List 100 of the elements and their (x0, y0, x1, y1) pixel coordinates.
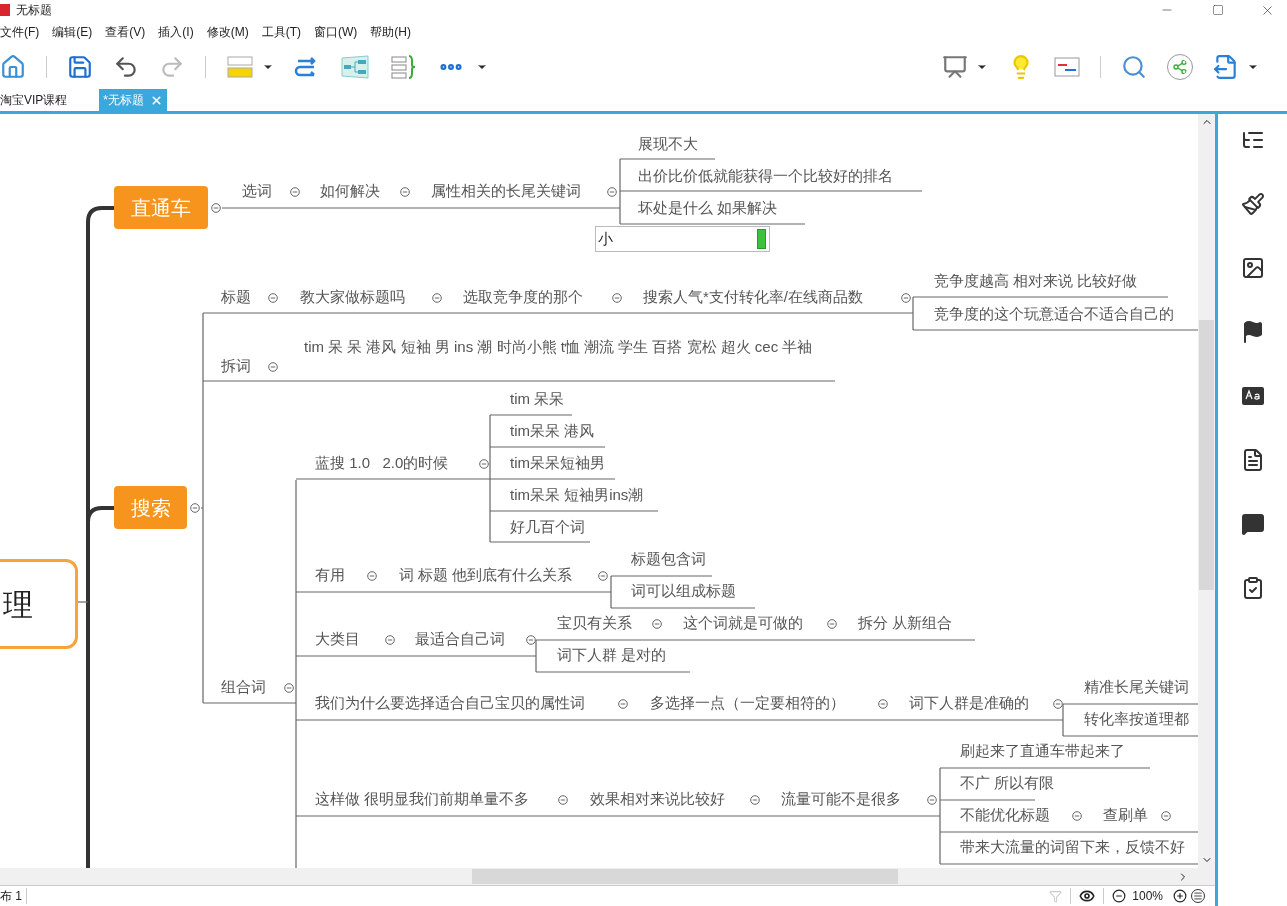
menu-item[interactable]: 查看(V) (105, 23, 146, 41)
topic-text[interactable]: 精准长尾关键词 (1084, 677, 1189, 697)
collapse-icon[interactable] (598, 571, 608, 581)
topic-text[interactable]: 竞争度的这个玩意适合不适合自己的 (934, 304, 1174, 324)
topic-text[interactable]: 竞争度越高 相对来说 比较好做 (934, 271, 1138, 291)
topic-text[interactable]: 标题 (221, 287, 251, 307)
topic-text[interactable]: 蓝搜 1.0 2.0的时候 (315, 453, 449, 473)
collapse-icon[interactable] (618, 699, 628, 709)
collapse-icon[interactable] (385, 635, 395, 645)
sheet-tab[interactable]: 布 1 (0, 887, 26, 905)
topic-edit-field[interactable]: 小 (595, 226, 770, 252)
collapse-icon[interactable] (284, 683, 294, 693)
maximize-icon[interactable] (1212, 4, 1224, 16)
menu-item[interactable]: 文件(F) (0, 23, 40, 41)
topic-text[interactable]: 词下人群 是对的 (557, 645, 667, 665)
topic-text[interactable]: 词 标题 他到底有什么关系 (399, 565, 573, 585)
topic-text[interactable]: 如何解决 (320, 181, 380, 201)
topic-text[interactable]: 查刷单 (1103, 805, 1148, 825)
comment-icon[interactable] (1240, 512, 1265, 536)
export-icon[interactable] (1213, 54, 1239, 80)
collapse-icon[interactable] (526, 635, 536, 645)
collapse-icon[interactable] (750, 795, 760, 805)
menu-item[interactable]: 修改(M) (206, 23, 249, 41)
eye-icon[interactable] (1079, 888, 1096, 904)
topic-text[interactable]: 大类目 (315, 629, 360, 649)
topic-text[interactable]: 这个词就是可做的 (683, 613, 803, 633)
topic-text[interactable]: 转化率按道理都 (1084, 709, 1189, 729)
summary-icon[interactable] (390, 54, 418, 80)
topic-text[interactable]: 宝贝有关系 (557, 613, 632, 633)
topic-text[interactable]: 我们为什么要选择适合自己宝贝的属性词 (315, 693, 585, 713)
undo-icon[interactable] (113, 54, 139, 80)
topic-text[interactable]: tim呆呆 港风 (510, 421, 595, 441)
collapse-icon[interactable] (1161, 811, 1171, 821)
topic-text[interactable]: 拆词 (221, 356, 251, 376)
resize-handle-icon[interactable] (757, 229, 766, 249)
collapse-icon[interactable] (558, 795, 568, 805)
topic-text[interactable]: 最适合自己词 (415, 629, 505, 649)
collapse-icon[interactable] (190, 503, 200, 513)
collapse-icon[interactable] (268, 293, 278, 303)
topic-text[interactable]: tim 呆 呆 港风 短袖 男 ins 潮 时尚小熊 t恤 潮流 学生 百搭 宽松 超火 cec 半袖 (304, 337, 839, 357)
home-icon[interactable] (0, 54, 26, 80)
save-icon[interactable] (67, 54, 93, 80)
menu-item[interactable]: 编辑(E) (52, 23, 93, 41)
collapse-icon[interactable] (1072, 811, 1082, 821)
topic-text[interactable]: tim 呆呆 (510, 389, 565, 409)
collapse-icon[interactable] (268, 362, 278, 372)
topic-text[interactable]: 不能优化标题 (960, 805, 1050, 825)
zoom-in-icon[interactable] (1173, 889, 1187, 903)
zoom-out-icon[interactable] (1112, 889, 1127, 903)
close-tab-icon[interactable] (150, 93, 163, 107)
topic-text[interactable]: 不广 所以有限 (960, 773, 1055, 793)
topic-text[interactable]: tim呆呆 短袖男ins潮 (510, 485, 644, 505)
menu-item[interactable]: 插入(I) (158, 23, 194, 41)
topic-text[interactable]: 坏处是什么 如果解决 (638, 198, 778, 218)
paintbrush-icon[interactable] (1240, 192, 1265, 216)
collapse-icon[interactable] (612, 293, 622, 303)
topic-text[interactable]: 多选择一点（一定要相符的） (650, 693, 845, 713)
topic-text[interactable]: 效果相对来说比较好 (590, 789, 725, 809)
menu-item[interactable]: 工具(T) (261, 23, 301, 41)
topic-text[interactable]: 标题包含词 (631, 549, 706, 569)
collapse-icon[interactable] (290, 187, 300, 197)
topic-text[interactable]: 刷起来了直通车带起来了 (960, 741, 1125, 761)
topic-text[interactable]: 选取竞争度的那个 (463, 287, 583, 307)
topic-text[interactable]: 搜索人气*支付转化率/在线商品数 (643, 287, 863, 307)
collapse-icon[interactable] (211, 203, 221, 213)
topic-text[interactable]: tim呆呆短袖男 (510, 453, 605, 473)
collapse-icon[interactable] (827, 619, 837, 629)
topic-text[interactable]: 流量可能不是很多 (781, 789, 901, 809)
image-icon[interactable] (1240, 256, 1265, 280)
scrollbar-thumb[interactable] (472, 869, 898, 884)
topic-text[interactable]: 拆分 从新组合 (858, 613, 953, 633)
topic-text[interactable]: 好几百个词 (510, 517, 585, 537)
topic-text[interactable]: 词下人群是准确的 (909, 693, 1029, 713)
gantt-icon[interactable] (1054, 54, 1080, 80)
topic-text[interactable]: 选词 (242, 181, 272, 201)
topic-text[interactable]: 属性相关的长尾关键词 (431, 181, 581, 201)
menu-item[interactable]: 帮助(H) (370, 23, 411, 41)
collapse-icon[interactable] (927, 795, 937, 805)
topic-text[interactable]: 有用 (315, 565, 345, 585)
collapse-icon[interactable] (878, 699, 888, 709)
topic-text[interactable]: 带来大流量的词留下来，反馈不好 (960, 837, 1185, 857)
collapse-icon[interactable] (607, 187, 617, 197)
horizontal-scrollbar[interactable] (0, 868, 1215, 885)
menu-item[interactable]: 窗口(W) (314, 23, 358, 41)
collapse-icon[interactable] (479, 459, 489, 469)
collapse-icon[interactable] (652, 619, 662, 629)
zoom-menu-icon[interactable] (1191, 889, 1205, 903)
topic-text[interactable]: 教大家做标题吗 (300, 287, 405, 307)
topic-text[interactable]: 词可以组成标题 (631, 581, 736, 601)
search-icon[interactable] (1121, 54, 1147, 80)
collapse-icon[interactable] (901, 293, 911, 303)
collapse-icon[interactable] (367, 571, 377, 581)
central-topic[interactable]: 理 (0, 559, 78, 649)
text-style-icon[interactable] (1240, 384, 1265, 408)
topic-text[interactable]: 组合词 (221, 677, 266, 697)
collapse-icon[interactable] (1053, 699, 1063, 709)
collapse-icon[interactable] (432, 293, 442, 303)
collapse-icon[interactable] (400, 187, 410, 197)
presentation-icon[interactable] (942, 54, 968, 80)
structure-icon[interactable] (340, 54, 370, 80)
